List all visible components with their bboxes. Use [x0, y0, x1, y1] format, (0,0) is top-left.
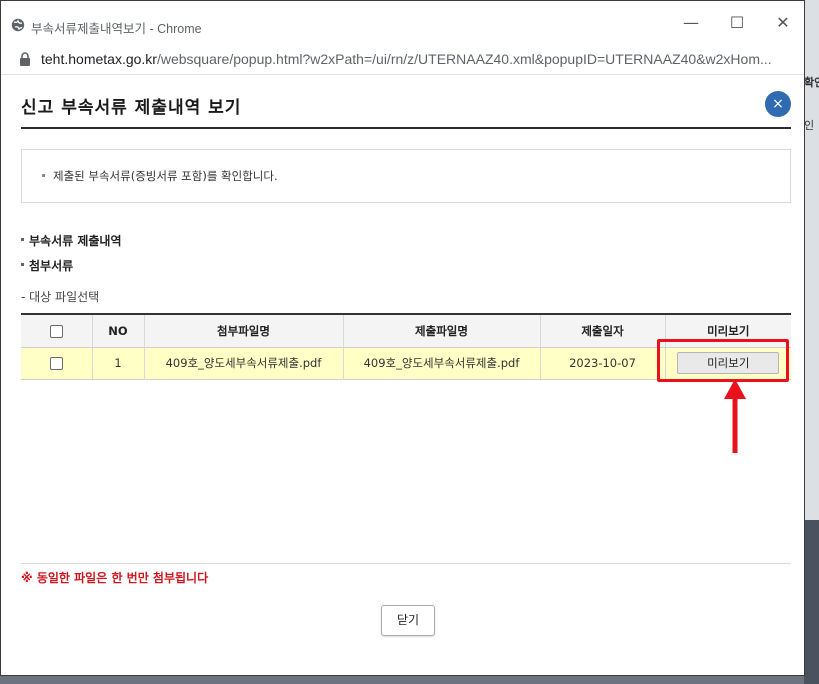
column-header-no: NO: [92, 313, 145, 348]
background-text: 확인: [804, 76, 819, 89]
row-checkbox[interactable]: [49, 357, 63, 370]
bullet-icon: [21, 238, 24, 241]
globe-icon: [11, 18, 25, 32]
window-close-icon[interactable]: ✕: [773, 13, 793, 33]
background-band: [804, 520, 819, 684]
row-date: 2023-10-07: [540, 347, 666, 380]
address-bar[interactable]: teht.hometax.go.kr/websquare/popup.html?…: [1, 45, 804, 75]
lock-icon: [20, 52, 30, 66]
row-attach-name: 409호_양도세부속서류제출.pdf: [144, 347, 344, 380]
duplicate-file-warning: ※ 동일한 파일은 한 번만 첨부됩니다: [21, 571, 209, 585]
file-select-label: - 대상 파일선택: [21, 290, 100, 304]
row-checkbox-cell: [21, 347, 93, 380]
notice-box: 제출된 부속서류(증빙서류 포함)를 확인합니다.: [21, 149, 791, 203]
popup-title: 신고 부속서류 제출내역 보기: [21, 98, 242, 118]
popup-header: 신고 부속서류 제출내역 보기 ×: [21, 75, 791, 129]
highlight-box: [657, 339, 789, 382]
row-submit-name: 409호_양도세부속서류제출.pdf: [343, 347, 541, 380]
background-text: 인: [804, 119, 815, 132]
row-no: 1: [92, 347, 145, 380]
section-title-attachments: 첨부서류: [29, 259, 74, 273]
section-title-submissions: 부속서류 제출내역: [29, 234, 122, 248]
column-header-attach-name: 첨부파일명: [144, 313, 344, 348]
maximize-icon[interactable]: ☐: [727, 13, 747, 33]
popup-window: 부속서류제출내역보기 - Chrome — ☐ ✕ teht.hometax.g…: [0, 0, 805, 676]
select-all-cell: [21, 313, 93, 348]
title-bar: 부속서류제출내역보기 - Chrome — ☐ ✕: [1, 1, 804, 45]
notice-text: 제출된 부속서류(증빙서류 포함)를 확인합니다.: [53, 169, 278, 183]
bullet-icon: [21, 263, 24, 266]
url-host: teht.hometax.go.kr: [41, 51, 157, 67]
arrow-up-icon: [724, 379, 746, 453]
divider: [21, 563, 791, 564]
url-text[interactable]: teht.hometax.go.kr/websquare/popup.html?…: [41, 51, 791, 67]
close-circle-icon[interactable]: ×: [765, 91, 791, 117]
window-title: 부속서류제출내역보기 - Chrome: [31, 22, 202, 36]
select-all-checkbox[interactable]: [49, 324, 63, 338]
minimize-icon[interactable]: —: [681, 13, 701, 33]
column-header-date: 제출일자: [540, 313, 666, 348]
bullet-icon: [42, 174, 45, 177]
url-path: /websquare/popup.html?w2xPath=/ui/rn/z/U…: [156, 51, 772, 67]
close-button[interactable]: 닫기: [381, 605, 435, 636]
column-header-submit-name: 제출파일명: [343, 313, 541, 348]
